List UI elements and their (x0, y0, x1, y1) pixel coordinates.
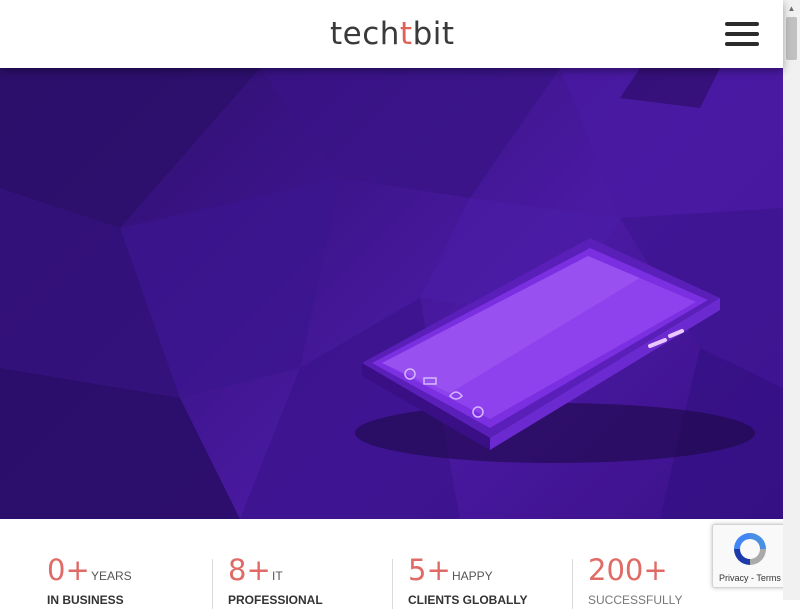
stat-clients: 5+ HAPPY CLIENTS GLOBALLY (408, 553, 528, 607)
hero-slider (0, 68, 783, 519)
stat-number: 200+ (588, 553, 668, 587)
hamburger-menu-icon[interactable] (725, 20, 761, 48)
smartphone-illustration (355, 238, 755, 463)
techbit-logo[interactable]: tech t bit (330, 14, 455, 54)
page-scrollbar[interactable]: ▲ (783, 0, 800, 600)
menu-bar (725, 42, 759, 46)
scroll-up-arrow-icon[interactable]: ▲ (783, 0, 800, 17)
stat-projects: 200+ SUCCESSFULLY (588, 553, 682, 607)
stat-professionals: 8+ IT PROFESSIONAL (228, 553, 323, 607)
recaptcha-icon (734, 533, 766, 565)
stat-label-line2: PROFESSIONAL (228, 593, 323, 607)
stat-number: 5+ (408, 553, 451, 587)
site-header: tech t bit (0, 0, 783, 68)
privacy-link[interactable]: Privacy (719, 573, 749, 583)
stats-section: 0+ YEARS IN BUSINESS 8+ IT PROFESSIONAL … (0, 519, 783, 609)
stat-number: 0+ (47, 553, 90, 587)
terms-link[interactable]: Terms (756, 573, 781, 583)
stat-label-line1: IT (272, 569, 283, 583)
stat-label-line2: SUCCESSFULLY (588, 593, 683, 607)
logo-text-before: tech (330, 16, 400, 52)
scroll-thumb[interactable] (786, 17, 797, 60)
stat-label-line1: HAPPY (452, 569, 493, 583)
stat-divider (392, 559, 393, 609)
stat-divider (572, 559, 573, 609)
recaptcha-links: Privacy - Terms (719, 573, 781, 583)
logo-text-after: bit (412, 16, 455, 52)
stat-label-line2: IN BUSINESS (47, 593, 124, 607)
stat-divider (212, 559, 213, 609)
logo-accent: t (399, 16, 413, 52)
stat-label-line2: CLIENTS GLOBALLY (408, 593, 528, 607)
menu-bar (725, 22, 759, 26)
stat-number: 8+ (228, 553, 271, 587)
menu-bar (725, 32, 759, 36)
stat-years: 0+ YEARS IN BUSINESS (47, 553, 132, 607)
stat-label-line1: YEARS (91, 569, 132, 583)
